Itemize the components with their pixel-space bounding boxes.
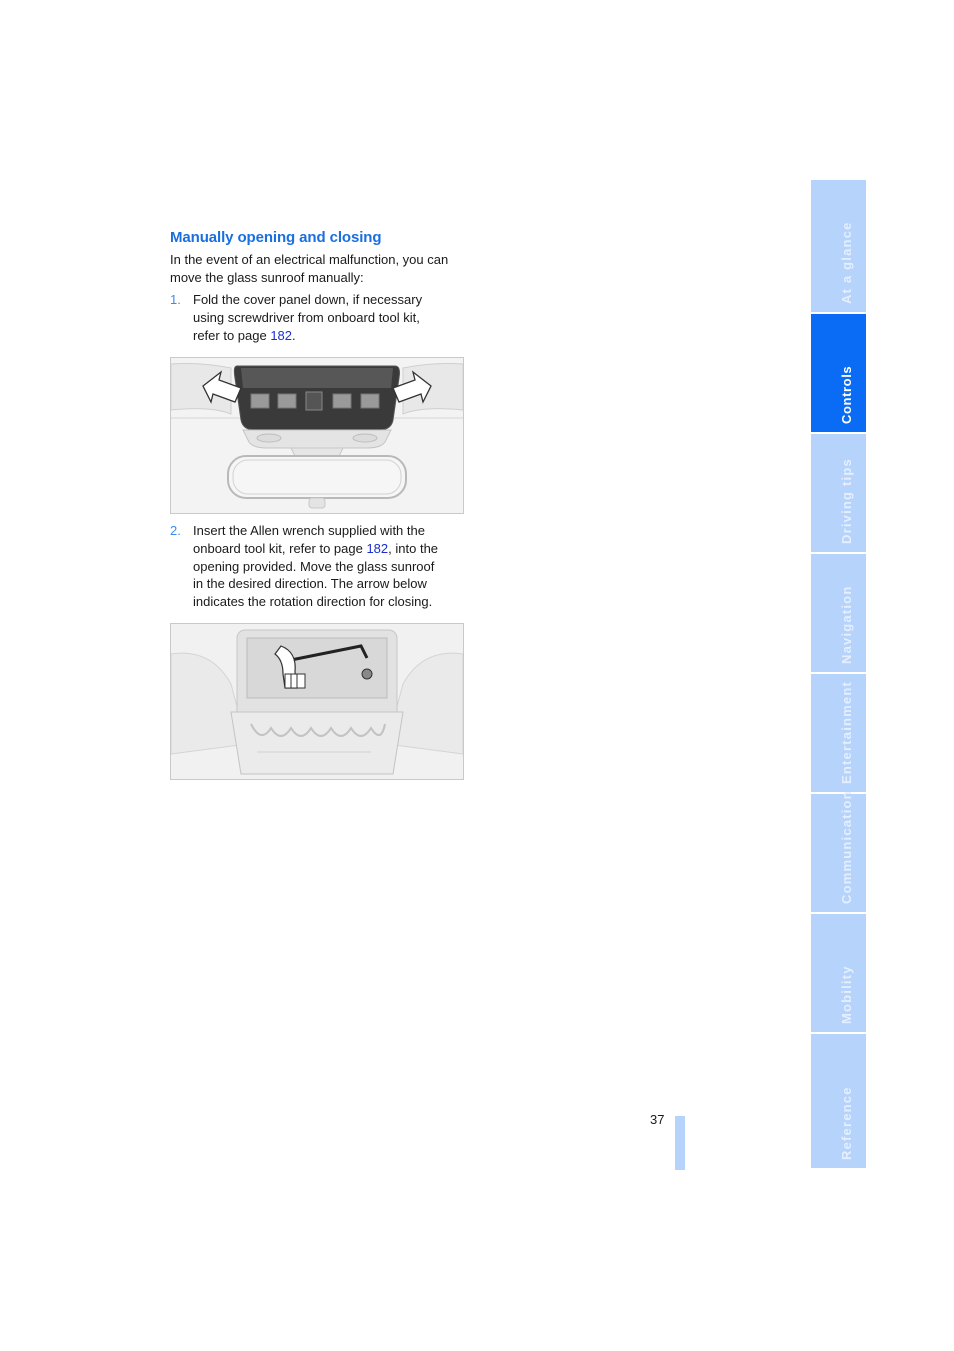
tab-driving-tips[interactable]: Driving tips [811, 434, 866, 552]
allen-wrench-illustration [171, 624, 463, 779]
tab-label: Reference [838, 1086, 854, 1160]
step-line: onboard tool kit, refer to page 182, int… [193, 540, 473, 558]
intro-line-1: In the event of an electrical malfunctio… [170, 252, 449, 267]
tab-reference[interactable]: Reference [811, 1034, 866, 1168]
page-link-182[interactable]: 182 [366, 541, 388, 556]
step-text: Insert the Allen wrench supplied with th… [193, 522, 473, 611]
step-text-fragment: , into the [388, 540, 439, 556]
tab-label: Communication [838, 790, 854, 904]
tab-label: Driving tips [838, 458, 854, 544]
step-text: Fold the cover panel down, if necessary … [193, 291, 473, 344]
step-line: in the desired direction. The arrow belo… [193, 576, 427, 592]
tab-entertainment[interactable]: Entertainment [811, 674, 866, 792]
intro-line-2: move the glass sunroof manually: [170, 270, 364, 285]
step-line: opening provided. Move the glass sunroof [193, 558, 435, 574]
tab-controls[interactable]: Controls [811, 314, 866, 432]
section-heading: Manually opening and closing [170, 229, 382, 246]
tab-mobility[interactable]: Mobility [811, 914, 866, 1032]
page-link-182[interactable]: 182 [270, 328, 292, 343]
tab-label: At a glance [838, 221, 854, 304]
figure-allen-wrench [170, 623, 464, 780]
step-text-fragment: onboard tool kit, refer to page [193, 540, 367, 556]
step-line: refer to page 182. [193, 327, 473, 345]
step-line: indicates the rotation direction for clo… [193, 594, 433, 610]
step-number: 1. [170, 292, 181, 307]
step-line: using screwdriver from onboard tool kit, [193, 309, 420, 325]
figure-overhead-console [170, 357, 464, 514]
tab-label: Navigation [838, 585, 854, 664]
tab-label: Mobility [838, 965, 854, 1024]
tab-label: Controls [838, 365, 854, 424]
step-1: 1. Fold the cover panel down, if necessa… [170, 291, 470, 345]
tab-label: Entertainment [838, 680, 854, 784]
tab-communication[interactable]: Communication [811, 790, 866, 912]
page-number: 37 [650, 1112, 665, 1127]
page-marker-bar [675, 1116, 685, 1170]
step-2: 2. Insert the Allen wrench supplied with… [170, 522, 470, 612]
step-line: Insert the Allen wrench supplied with th… [193, 523, 425, 538]
tab-navigation[interactable]: Navigation [811, 554, 866, 672]
step-text-fragment: . [292, 327, 296, 343]
step-text-fragment: refer to page [193, 327, 271, 343]
tab-at-a-glance[interactable]: At a glance [811, 180, 866, 312]
step-line: Fold the cover panel down, if necessary [193, 292, 423, 307]
overhead-console-illustration [171, 358, 463, 513]
step-number: 2. [170, 523, 181, 538]
